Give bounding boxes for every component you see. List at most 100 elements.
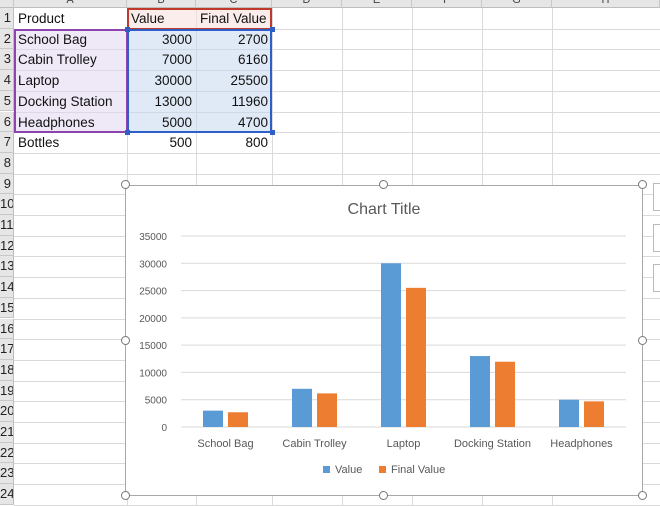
row-header-14[interactable]: 14 [0,277,14,298]
product-cell[interactable]: Docking Station [14,91,127,111]
product-cell[interactable]: Headphones [14,112,127,132]
row-header-19[interactable]: 19 [0,380,14,402]
range-size-handle[interactable] [270,26,275,32]
product-cell[interactable]: Bottles [14,132,127,152]
header-cell-product[interactable]: Product [14,8,127,28]
row-header-6[interactable]: 6 [0,111,14,133]
final-value-cell[interactable]: 11960 [196,91,272,111]
column-header-e[interactable]: E [342,0,412,8]
chart-resize-handle-bottom-right[interactable] [638,491,647,500]
x-tick-label: School Bag [197,438,253,450]
x-tick-label: Docking Station [454,438,531,450]
column-header-f[interactable]: F [412,0,482,8]
y-tick-label: 10000 [139,368,167,379]
legend-swatch-final-value [379,466,386,473]
product-cell[interactable]: School Bag [14,29,127,49]
row-header-24[interactable]: 24 [0,484,14,505]
final-value-cell[interactable]: 2700 [196,29,272,49]
column-header-g[interactable]: G [482,0,552,8]
header-cell-final-value[interactable]: Final Value [196,8,272,28]
column-header-c[interactable]: C [196,0,272,8]
select-all-corner[interactable] [0,0,14,8]
chart-resize-handle-middle-right[interactable] [638,336,647,345]
row-header-9[interactable]: 9 [0,173,14,195]
bar-value[interactable] [559,399,579,427]
chart-resize-handle-middle-left[interactable] [121,336,130,345]
row-header-20[interactable]: 20 [0,401,14,422]
bar-final-value[interactable] [228,412,248,427]
row-gridline [14,152,660,154]
row-header-7[interactable]: 7 [0,132,14,153]
value-cell[interactable]: 30000 [127,70,196,90]
final-value-cell[interactable]: 25500 [196,70,272,90]
y-tick-label: 5000 [145,396,168,407]
row-header-4[interactable]: 4 [0,70,14,91]
product-cell[interactable]: Laptop [14,70,127,90]
row-header-11[interactable]: 11 [0,215,14,236]
legend-label-final-value[interactable]: Final Value [391,464,445,476]
chart-resize-handle-bottom-left[interactable] [121,491,130,500]
column-header-b[interactable]: B [127,0,196,8]
legend-swatch-value [323,466,330,473]
y-tick-label: 15000 [139,341,167,352]
row-header-13[interactable]: 13 [0,256,14,278]
column-header-a[interactable]: A [14,0,127,8]
y-tick-label: 35000 [139,232,167,243]
chart-resize-handle-bottom-middle[interactable] [379,491,388,500]
row-header-18[interactable]: 18 [0,359,14,381]
bar-value[interactable] [292,388,312,427]
row-header-23[interactable]: 23 [0,463,14,485]
bar-value[interactable] [470,356,490,427]
header-cell-value[interactable]: Value [127,8,196,28]
value-cell[interactable]: 7000 [127,49,196,69]
row-header-2[interactable]: 2 [0,28,14,50]
final-value-cell[interactable]: 6160 [196,49,272,69]
bar-final-value[interactable] [584,401,604,427]
row-header-8[interactable]: 8 [0,152,14,174]
row-header-10[interactable]: 10 [0,194,14,215]
row-header-5[interactable]: 5 [0,90,14,112]
chart-title[interactable]: Chart Title [348,201,421,218]
product-cell[interactable]: Cabin Trolley [14,49,127,69]
bar-final-value[interactable] [495,361,515,427]
range-size-handle[interactable] [125,26,130,32]
y-tick-label: 25000 [139,287,167,298]
bar-final-value[interactable] [406,287,426,427]
value-cell[interactable]: 500 [127,132,196,152]
bar-value[interactable] [381,263,401,427]
final-value-cell[interactable]: 800 [196,132,272,152]
column-header-h[interactable]: H [552,0,660,8]
row-header-3[interactable]: 3 [0,49,14,71]
chart-styles-button[interactable] [653,224,660,252]
row-header-1[interactable]: 1 [0,8,14,29]
final-value-cell[interactable]: 4700 [196,112,272,132]
x-tick-label: Cabin Trolley [282,438,347,450]
legend-label-value[interactable]: Value [335,464,362,476]
row-header-16[interactable]: 16 [0,318,14,340]
row-header-22[interactable]: 22 [0,442,14,464]
bar-final-value[interactable] [317,393,337,427]
column-header-d[interactable]: D [272,0,342,8]
row-gridline [14,173,660,175]
row-header-15[interactable]: 15 [0,297,14,319]
y-tick-label: 20000 [139,314,167,325]
chart-elements-button[interactable] [653,183,660,211]
row-header-12[interactable]: 12 [0,235,14,257]
chart-resize-handle-top-left[interactable] [121,180,130,189]
chart-resize-handle-top-right[interactable] [638,180,647,189]
value-cell[interactable]: 5000 [127,112,196,132]
chart-filters-button[interactable] [653,264,660,292]
y-tick-label: 30000 [139,259,167,270]
chart-object[interactable]: Chart Title 0 5000 10000 15000 20000 25000 3000… [125,185,643,496]
bar-value[interactable] [203,410,223,427]
y-tick-label: 0 [161,423,167,434]
bar-chart: Chart Title 0 5000 10000 15000 20000 25000 3000… [139,201,626,476]
range-size-handle[interactable] [270,130,275,136]
chart-resize-handle-top-middle[interactable] [379,180,388,189]
row-header-17[interactable]: 17 [0,339,14,360]
x-tick-label: Laptop [387,438,421,450]
value-cell[interactable]: 13000 [127,91,196,111]
range-size-handle[interactable] [125,130,130,136]
row-header-21[interactable]: 21 [0,422,14,443]
value-cell[interactable]: 3000 [127,29,196,49]
